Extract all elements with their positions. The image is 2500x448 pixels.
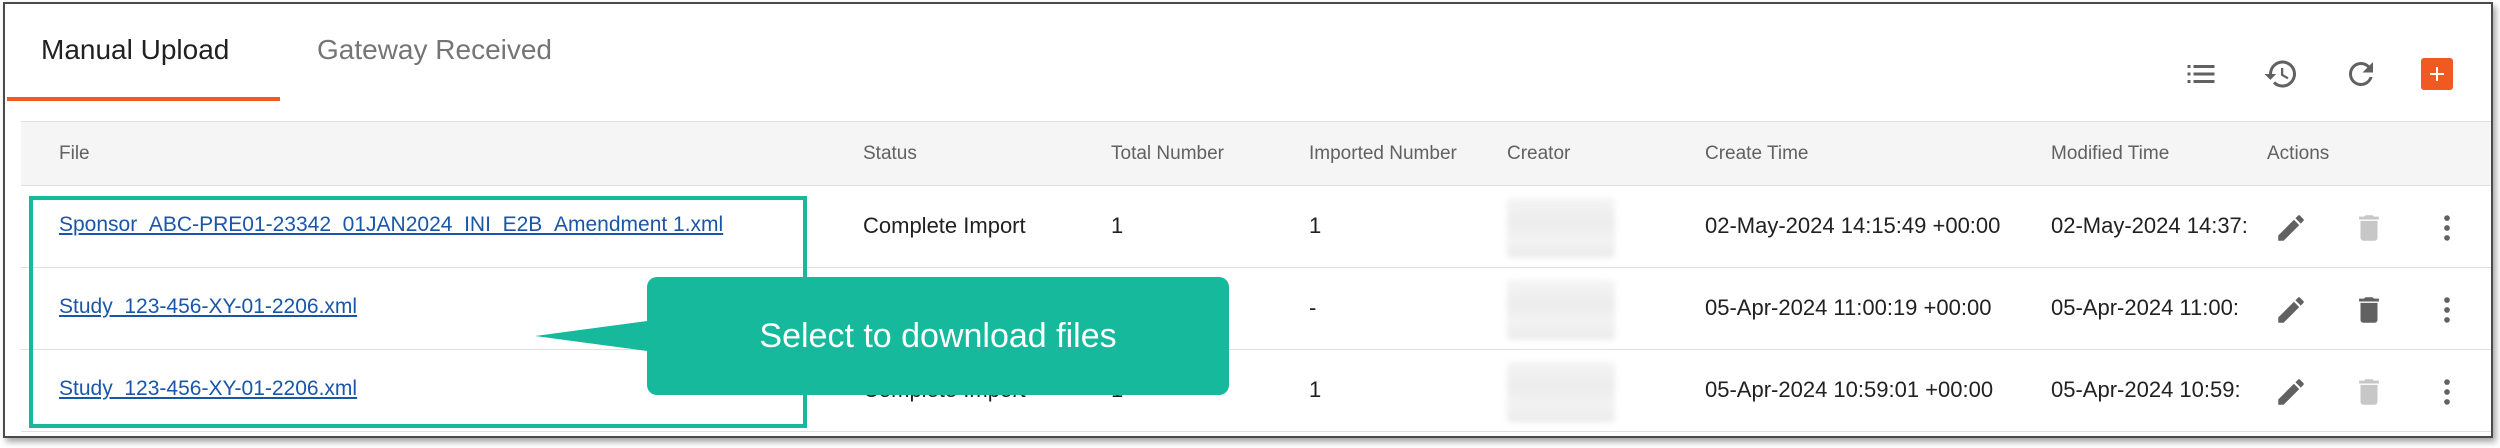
edit-button[interactable]	[2271, 290, 2311, 330]
uploads-table: File Status Total Number Imported Number…	[21, 121, 2491, 432]
more-options-button[interactable]	[2427, 208, 2467, 248]
column-header-status[interactable]: Status	[863, 143, 917, 165]
add-icon	[2430, 67, 2444, 81]
history-icon	[2264, 60, 2296, 88]
delete-button[interactable]	[2349, 290, 2389, 330]
refresh-button[interactable]	[2341, 54, 2381, 94]
delete-button-disabled	[2349, 208, 2389, 248]
tab-bar: Manual Upload Gateway Received	[5, 4, 2491, 104]
column-header-file[interactable]: File	[59, 143, 90, 165]
file-download-link[interactable]: Sponsor_ABC-PRE01-23342_01JAN2024_INI_E2…	[59, 213, 723, 237]
column-header-creator[interactable]: Creator	[1507, 143, 1570, 165]
pencil-icon	[2278, 379, 2304, 405]
callout-tooltip: Select to download files	[647, 277, 1229, 395]
column-header-create-time[interactable]: Create Time	[1705, 143, 1808, 165]
list-icon	[2187, 65, 2215, 83]
modified-time-cell: 02-May-2024 14:37:	[2051, 213, 2248, 238]
more-options-button[interactable]	[2427, 290, 2467, 330]
column-header-total-number[interactable]: Total Number	[1111, 143, 1224, 165]
pencil-icon	[2278, 297, 2304, 323]
table-row: Study_123-456-XY-01-2206.xml Complete Im…	[21, 350, 2491, 432]
column-header-modified-time[interactable]: Modified Time	[2051, 143, 2169, 165]
toolbar	[2181, 54, 2461, 94]
active-tab-indicator	[7, 97, 280, 101]
imported-number-cell: 1	[1309, 213, 1322, 238]
pencil-icon	[2278, 215, 2304, 241]
trash-icon	[2359, 297, 2379, 323]
file-download-link[interactable]: Study_123-456-XY-01-2206.xml	[59, 377, 357, 401]
more-vertical-icon	[2444, 215, 2450, 241]
edit-button[interactable]	[2271, 208, 2311, 248]
imported-number-cell: 1	[1309, 377, 1322, 402]
upload-panel: Manual Upload Gateway Received File Stat…	[3, 2, 2493, 438]
trash-icon	[2359, 215, 2379, 241]
column-header-imported-number[interactable]: Imported Number	[1309, 143, 1457, 165]
modified-time-cell: 05-Apr-2024 11:00:	[2051, 295, 2239, 320]
list-view-button[interactable]	[2181, 54, 2221, 94]
tab-manual-upload[interactable]: Manual Upload	[41, 34, 229, 66]
edit-button[interactable]	[2271, 372, 2311, 412]
creator-cell-redacted	[1507, 280, 1615, 340]
create-time-cell: 05-Apr-2024 10:59:01 +00:00	[1705, 377, 1994, 402]
trash-icon	[2359, 379, 2379, 405]
creator-cell-redacted	[1507, 198, 1615, 258]
status-cell: Complete Import	[863, 213, 1026, 238]
table-row: Study_123-456-XY-01-2206.xml - 05-Apr-20…	[21, 268, 2491, 350]
refresh-icon	[2348, 61, 2373, 86]
total-number-cell: 1	[1111, 213, 1124, 238]
more-options-button[interactable]	[2427, 372, 2467, 412]
imported-number-cell: -	[1309, 295, 1317, 320]
tab-gateway-received[interactable]: Gateway Received	[317, 34, 552, 66]
delete-button-disabled	[2349, 372, 2389, 412]
more-vertical-icon	[2444, 379, 2450, 405]
table-header: File Status Total Number Imported Number…	[21, 121, 2491, 186]
history-button[interactable]	[2261, 54, 2301, 94]
create-time-cell: 05-Apr-2024 11:00:19 +00:00	[1705, 295, 1992, 320]
table-row: Sponsor_ABC-PRE01-23342_01JAN2024_INI_E2…	[21, 186, 2491, 268]
creator-cell-redacted	[1507, 362, 1615, 422]
modified-time-cell: 05-Apr-2024 10:59:	[2051, 377, 2241, 402]
more-vertical-icon	[2444, 297, 2450, 323]
column-header-actions: Actions	[2267, 143, 2330, 164]
file-download-link[interactable]: Study_123-456-XY-01-2206.xml	[59, 295, 357, 319]
create-time-cell: 02-May-2024 14:15:49 +00:00	[1705, 213, 2001, 238]
add-button[interactable]	[2421, 58, 2453, 90]
